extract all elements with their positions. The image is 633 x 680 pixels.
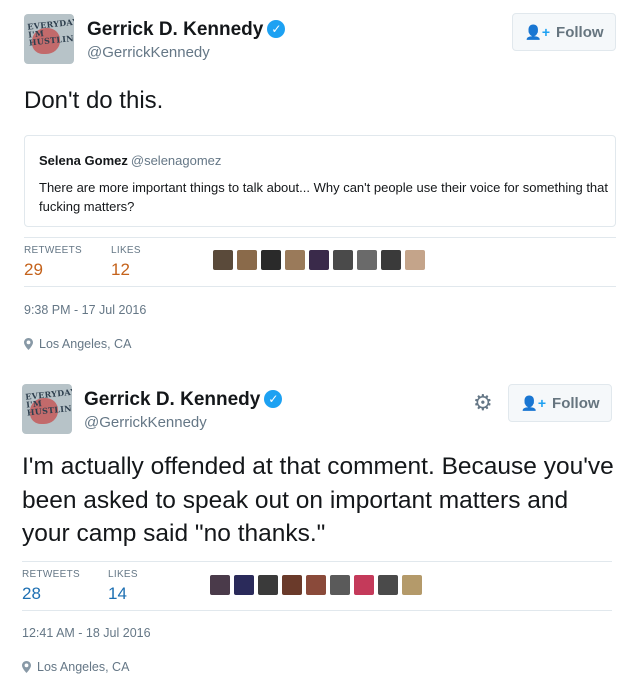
liker-avatars bbox=[210, 575, 422, 595]
liker-avatar[interactable] bbox=[405, 250, 425, 270]
liker-avatar[interactable] bbox=[282, 575, 302, 595]
verified-badge-icon: ✓ bbox=[264, 390, 283, 408]
quoted-tweet[interactable]: Selena Gomez @selenagomez There are more … bbox=[24, 135, 616, 227]
likes-stat[interactable]: LIKES 14 bbox=[108, 569, 138, 604]
add-user-icon: 👤+ bbox=[520, 394, 547, 411]
liker-avatar[interactable] bbox=[402, 575, 422, 595]
tweet-text: I'm actually offended at that comment. B… bbox=[22, 453, 614, 547]
liker-avatar[interactable] bbox=[333, 250, 353, 270]
likes-count: 12 bbox=[111, 260, 130, 279]
quoted-text: There are more important things to talk … bbox=[39, 180, 608, 214]
liker-avatar[interactable] bbox=[234, 575, 254, 595]
liker-avatar[interactable] bbox=[357, 250, 377, 270]
liker-avatar[interactable] bbox=[261, 250, 281, 270]
retweets-label: RETWEETS bbox=[22, 569, 80, 580]
follow-label: Follow bbox=[552, 394, 600, 412]
author-name-text: Gerrick D. Kennedy bbox=[87, 19, 264, 40]
liker-avatar[interactable] bbox=[213, 250, 233, 270]
map-pin-icon bbox=[22, 661, 31, 673]
likes-label: LIKES bbox=[108, 569, 138, 580]
follow-label: Follow bbox=[556, 23, 604, 41]
likes-count: 14 bbox=[108, 584, 127, 603]
liker-avatar[interactable] bbox=[354, 575, 374, 595]
retweets-count: 28 bbox=[22, 584, 41, 603]
divider bbox=[22, 561, 612, 562]
location-text: Los Angeles, CA bbox=[37, 660, 130, 674]
avatar-text: EVERYDAY I'M HUSTLIN bbox=[26, 16, 74, 48]
avatar[interactable]: EVERYDAY I'M HUSTLIN bbox=[22, 384, 72, 434]
liker-avatar[interactable] bbox=[210, 575, 230, 595]
tweet-2: EVERYDAY I'M HUSTLIN Gerrick D. Kennedy ✓… bbox=[0, 372, 633, 680]
tweet-text: Don't do this. bbox=[24, 87, 164, 114]
liker-avatar[interactable] bbox=[378, 575, 398, 595]
liker-avatar[interactable] bbox=[237, 250, 257, 270]
follow-button[interactable]: 👤+ Follow bbox=[512, 13, 616, 51]
tweet-1: EVERYDAY I'M HUSTLIN Gerrick D. Kennedy ✓… bbox=[0, 0, 633, 370]
author-name[interactable]: Gerrick D. Kennedy ✓ bbox=[87, 19, 286, 41]
verified-badge-icon: ✓ bbox=[267, 20, 286, 38]
author-name-text: Gerrick D. Kennedy bbox=[84, 389, 261, 410]
quoted-name: Selena Gomez bbox=[39, 153, 128, 168]
liker-avatar[interactable] bbox=[330, 575, 350, 595]
liker-avatars bbox=[213, 250, 425, 270]
location[interactable]: Los Angeles, CA bbox=[22, 660, 129, 674]
liker-avatar[interactable] bbox=[258, 575, 278, 595]
location[interactable]: Los Angeles, CA bbox=[24, 337, 131, 351]
likes-label: LIKES bbox=[111, 245, 141, 256]
quoted-author: Selena Gomez @selenagomez bbox=[39, 153, 221, 168]
liker-avatar[interactable] bbox=[285, 250, 305, 270]
divider bbox=[22, 610, 612, 611]
divider bbox=[24, 286, 616, 287]
quoted-handle: @selenagomez bbox=[130, 153, 222, 168]
author-handle[interactable]: @GerrickKennedy bbox=[84, 414, 207, 431]
gear-icon[interactable]: ⚙ bbox=[473, 390, 493, 416]
retweets-label: RETWEETS bbox=[24, 245, 82, 256]
location-text: Los Angeles, CA bbox=[39, 337, 132, 351]
retweets-count: 29 bbox=[24, 260, 43, 279]
retweets-stat[interactable]: RETWEETS 28 bbox=[22, 569, 80, 604]
map-pin-icon bbox=[24, 338, 33, 350]
add-user-icon: 👤+ bbox=[524, 23, 551, 40]
timestamp[interactable]: 12:41 AM - 18 Jul 2016 bbox=[22, 626, 151, 640]
liker-avatar[interactable] bbox=[381, 250, 401, 270]
follow-button[interactable]: 👤+ Follow bbox=[508, 384, 612, 422]
likes-stat[interactable]: LIKES 12 bbox=[111, 245, 141, 280]
liker-avatar[interactable] bbox=[306, 575, 326, 595]
liker-avatar[interactable] bbox=[309, 250, 329, 270]
timestamp[interactable]: 9:38 PM - 17 Jul 2016 bbox=[24, 303, 146, 317]
author-name[interactable]: Gerrick D. Kennedy ✓ bbox=[84, 389, 283, 411]
author-handle[interactable]: @GerrickKennedy bbox=[87, 44, 210, 61]
retweets-stat[interactable]: RETWEETS 29 bbox=[24, 245, 82, 280]
divider bbox=[24, 237, 616, 238]
avatar[interactable]: EVERYDAY I'M HUSTLIN bbox=[24, 14, 74, 64]
avatar-text: EVERYDAY I'M HUSTLIN bbox=[24, 386, 72, 418]
